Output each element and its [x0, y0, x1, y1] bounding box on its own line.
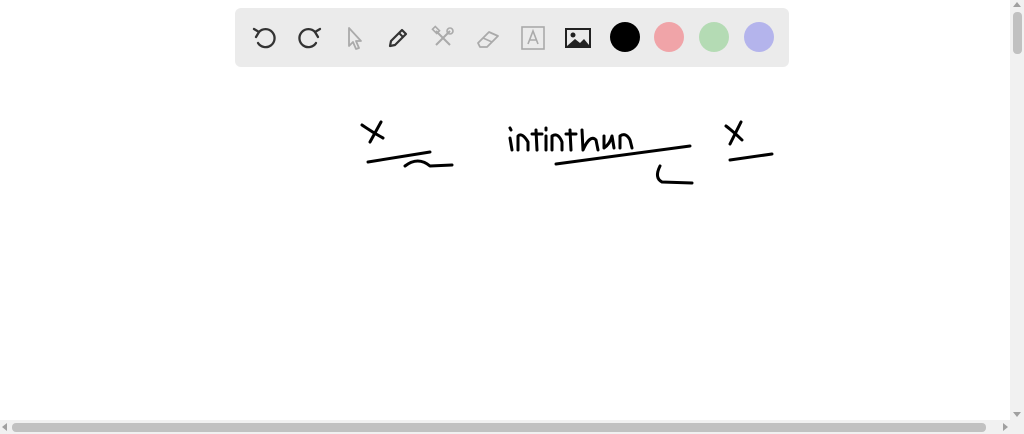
image-icon — [565, 28, 591, 48]
handwritten-stroke — [403, 159, 454, 168]
color-swatch-purple[interactable] — [744, 22, 774, 52]
redo-button[interactable] — [292, 21, 326, 55]
redo-icon — [298, 27, 322, 49]
hammer-wrench-icon — [431, 25, 454, 46]
scroll-up-icon[interactable] — [1013, 2, 1021, 7]
color-swatch-green[interactable] — [699, 22, 729, 52]
select-button[interactable] — [337, 21, 371, 55]
pen-icon — [388, 28, 408, 48]
pen-button[interactable] — [381, 21, 415, 55]
scroll-down-icon[interactable] — [1013, 412, 1021, 417]
horizontal-scrollbar[interactable] — [0, 420, 1024, 434]
pointer-icon — [348, 27, 362, 50]
handwritten-word — [508, 126, 634, 152]
handwriting-drawing — [360, 120, 774, 185]
handwritten-x — [728, 120, 743, 146]
eraser-button[interactable] — [471, 21, 505, 55]
color-swatch-black[interactable] — [610, 22, 640, 52]
tools-button[interactable] — [426, 21, 460, 55]
undo-icon — [252, 27, 276, 49]
eraser-icon — [477, 31, 499, 48]
image-button[interactable] — [561, 21, 595, 55]
scroll-right-icon[interactable] — [1003, 423, 1008, 431]
fraction-line — [554, 144, 692, 166]
scroll-left-icon[interactable] — [2, 423, 7, 431]
undo-button[interactable] — [248, 21, 282, 55]
fraction-line — [728, 152, 774, 162]
whiteboard-canvas[interactable] — [0, 70, 1010, 420]
vertical-scrollbar[interactable] — [1010, 0, 1024, 420]
color-swatch-pink[interactable] — [654, 22, 684, 52]
horizontal-scroll-thumb[interactable] — [12, 423, 986, 432]
text-icon — [521, 26, 545, 50]
drawing-toolbar — [235, 8, 789, 67]
text-button[interactable] — [516, 21, 550, 55]
vertical-scroll-thumb[interactable] — [1013, 12, 1022, 54]
handwritten-stroke — [655, 164, 694, 185]
